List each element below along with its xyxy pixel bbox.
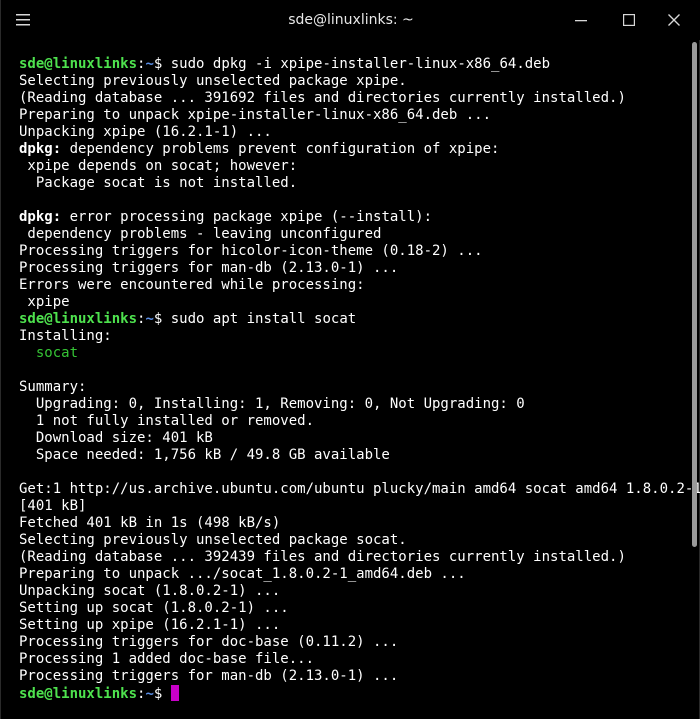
output-text: Selecting previously unselected package … [19, 532, 407, 548]
output-text: Installing: [19, 328, 112, 344]
output-text: Errors were encountered while processing… [19, 277, 365, 293]
output-text: Processing triggers for man-db (2.13.0-1… [19, 260, 399, 276]
output-text: Processing triggers for man-db (2.13.0-1… [19, 668, 399, 684]
output-prefix: dpkg: [19, 209, 62, 225]
output-prefix: dpkg: [19, 141, 62, 157]
output-text: (Reading database ... 391692 files and d… [19, 90, 626, 106]
terminal-line: Get:1 http://us.archive.ubuntu.com/ubunt… [19, 481, 700, 498]
terminal-line: Selecting previously unselected package … [19, 532, 685, 549]
terminal-line: dependency problems - leaving unconfigur… [19, 226, 685, 243]
terminal-line: 1 not fully installed or removed. [19, 413, 685, 430]
output-text: 1 not fully installed or removed. [19, 413, 315, 429]
terminal-line: Summary: [19, 379, 685, 396]
prompt-path: ~ [145, 56, 154, 72]
terminal-line: Preparing to unpack xpipe-installer-linu… [19, 107, 685, 124]
terminal-line: Selecting previously unselected package … [19, 73, 685, 90]
output-text: Package socat is not installed. [19, 175, 298, 191]
terminal-line: Unpacking xpipe (16.2.1-1) ... [19, 124, 685, 141]
terminal-line: Processing 1 added doc-base file... [19, 651, 685, 668]
output-text: error processing package xpipe (--instal… [61, 209, 433, 225]
terminal-line: xpipe depends on socat; however: [19, 158, 685, 175]
prompt-symbol: $ [153, 686, 171, 702]
close-icon[interactable] [662, 8, 686, 32]
title-bar: sde@linuxlinks: ~ [1, 0, 700, 40]
output-text: Preparing to unpack .../socat_1.8.0.2-1_… [19, 566, 466, 582]
output-text: dependency problems - leaving unconfigur… [19, 226, 382, 242]
prompt-path: ~ [145, 686, 154, 702]
terminal-line: Package socat is not installed. [19, 175, 685, 192]
terminal-line: Processing triggers for man-db (2.13.0-1… [19, 668, 685, 685]
terminal-line: [401 kB] [19, 498, 685, 515]
terminal-line: sde@linuxlinks:~$ [19, 685, 685, 702]
output-text: xpipe [19, 294, 70, 310]
window-title: sde@linuxlinks: ~ [288, 12, 414, 28]
terminal-line: dpkg: dependency problems prevent config… [19, 141, 685, 158]
output-text: Get:1 http://us.archive.ubuntu.com/ubunt… [19, 481, 700, 497]
terminal-line: sde@linuxlinks:~$ sudo apt install socat [19, 311, 685, 328]
terminal-line: (Reading database ... 391692 files and d… [19, 90, 685, 107]
output-text: Setting up xpipe (16.2.1-1) ... [19, 617, 281, 633]
output-text: Upgrading: 0, Installing: 1, Removing: 0… [19, 396, 525, 412]
output-text: Processing triggers for doc-base (0.11.2… [19, 634, 399, 650]
output-text: (Reading database ... 392439 files and d… [19, 549, 626, 565]
prompt-symbol: $ [153, 311, 171, 327]
output-text: Processing 1 added doc-base file... [19, 651, 315, 667]
terminal-line: Processing triggers for doc-base (0.11.2… [19, 634, 685, 651]
output-text: Summary: [19, 379, 87, 395]
command-text: sudo dpkg -i xpipe-installer-linux-x86_6… [170, 56, 551, 72]
output-text: Unpacking xpipe (16.2.1-1) ... [19, 124, 272, 140]
terminal-line: Setting up xpipe (16.2.1-1) ... [19, 617, 685, 634]
package-name: socat [19, 345, 79, 361]
output-text: Setting up socat (1.8.0.2-1) ... [19, 600, 289, 616]
output-text: Download size: 401 kB [19, 430, 213, 446]
terminal-line: Fetched 401 kB in 1s (498 kB/s) [19, 515, 685, 532]
output-text: Selecting previously unselected package … [19, 73, 407, 89]
prompt-user: sde@linuxlinks [19, 686, 138, 702]
terminal-line: dpkg: error processing package xpipe (--… [19, 209, 685, 226]
terminal-line: Unpacking socat (1.8.0.2-1) ... [19, 583, 685, 600]
minimize-icon[interactable] [569, 8, 593, 32]
terminal-line: Processing triggers for hicolor-icon-the… [19, 243, 685, 260]
terminal-line: Setting up socat (1.8.0.2-1) ... [19, 600, 685, 617]
command-text: sudo apt install socat [170, 311, 357, 327]
terminal-line: xpipe [19, 294, 685, 311]
output-text: Unpacking socat (1.8.0.2-1) ... [19, 583, 281, 599]
prompt-user: sde@linuxlinks [19, 311, 138, 327]
terminal-line: Errors were encountered while processing… [19, 277, 685, 294]
terminal-line: socat [19, 345, 685, 362]
output-text: xpipe depends on socat; however: [19, 158, 298, 174]
terminal-line: Installing: [19, 328, 685, 345]
prompt-user: sde@linuxlinks [19, 56, 138, 72]
terminal-line: (Reading database ... 392439 files and d… [19, 549, 685, 566]
output-text: [401 kB] [19, 498, 87, 514]
terminal-output[interactable]: sde@linuxlinks:~$ sudo dpkg -i xpipe-ins… [19, 56, 700, 702]
terminal-line: Space needed: 1,756 kB / 49.8 GB availab… [19, 447, 685, 464]
cursor [170, 685, 179, 701]
terminal-window: sde@linuxlinks: ~ sde@linuxlinks:~$ sudo… [0, 0, 700, 719]
terminal-line: Upgrading: 0, Installing: 1, Removing: 0… [19, 396, 685, 413]
output-text: dependency problems prevent configuratio… [61, 141, 500, 157]
terminal-line: Preparing to unpack .../socat_1.8.0.2-1_… [19, 566, 685, 583]
maximize-icon[interactable] [617, 8, 641, 32]
output-text: Space needed: 1,756 kB / 49.8 GB availab… [19, 447, 390, 463]
prompt-symbol: $ [153, 56, 171, 72]
terminal-line: Download size: 401 kB [19, 430, 685, 447]
output-text: Processing triggers for hicolor-icon-the… [19, 243, 483, 259]
terminal-line: sde@linuxlinks:~$ sudo dpkg -i xpipe-ins… [19, 56, 685, 73]
output-text: Preparing to unpack xpipe-installer-linu… [19, 107, 492, 123]
prompt-path: ~ [145, 311, 154, 327]
output-text: Fetched 401 kB in 1s (498 kB/s) [19, 515, 281, 531]
scrollbar[interactable] [692, 42, 697, 547]
terminal-line: Processing triggers for man-db (2.13.0-1… [19, 260, 685, 277]
